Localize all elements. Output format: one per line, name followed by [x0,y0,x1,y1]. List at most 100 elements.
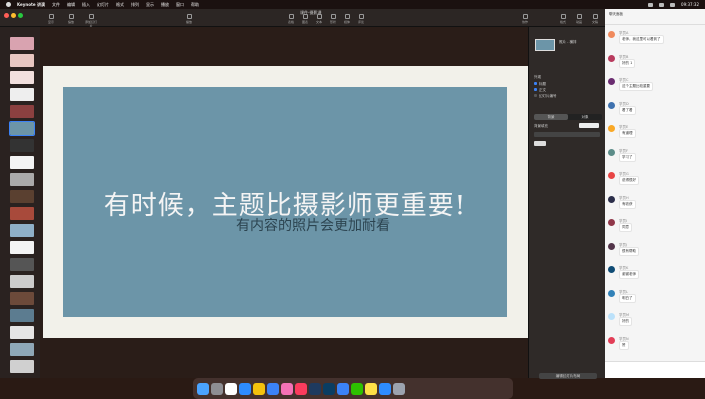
slide-thumbnail[interactable] [10,224,34,237]
avatar[interactable] [608,336,615,344]
avatar[interactable] [608,289,615,297]
finder-icon[interactable] [197,382,209,395]
launchpad-icon[interactable] [211,382,223,395]
document-button[interactable]: 文稿 [588,14,602,24]
wifi-icon[interactable] [648,2,654,7]
slide-thumbnail[interactable] [10,207,34,220]
clock[interactable]: 09:37:32 [681,2,699,7]
animate-button[interactable]: 动画 [572,14,586,24]
menu-insert[interactable]: 插入 [82,2,90,8]
view-button[interactable]: 显示 [44,14,58,24]
slide-thumbnail[interactable] [10,258,34,271]
format-button[interactable]: 格式 [556,14,570,24]
table-button[interactable]: 表格 [284,14,298,24]
minimize-window-button[interactable] [11,13,16,18]
search-icon[interactable] [670,2,676,7]
slide-thumbnail[interactable] [10,173,34,186]
menu-format[interactable]: 格式 [116,2,124,8]
add-slide-button[interactable]: 添加幻灯片 [84,14,98,28]
avatar[interactable] [608,313,615,320]
menu-window[interactable]: 窗口 [176,2,184,8]
slide-thumbnail[interactable] [10,71,34,84]
title-checkbox[interactable]: 标题 [534,82,546,87]
chrome-icon[interactable] [253,382,265,395]
fill-color-well[interactable] [579,123,599,128]
avatar[interactable] [608,172,615,179]
avatar[interactable] [608,266,615,273]
menu-slide[interactable]: 幻灯片 [97,2,109,8]
layout-name[interactable]: 照片 - 横排 [559,40,577,45]
slide-thumbnail[interactable] [10,190,34,203]
photos-icon[interactable] [281,382,293,395]
layout-thumbnail[interactable] [535,39,555,51]
avatar[interactable] [608,219,615,226]
collaborate-button[interactable]: 协作 [518,14,532,24]
slide-number-checkbox[interactable]: 幻灯片编号 [534,94,557,99]
mail-icon[interactable] [267,382,279,395]
safari-icon[interactable] [239,382,251,395]
menu-help[interactable]: 帮助 [191,2,199,8]
comment-button[interactable]: 评论 [354,14,368,24]
tab-objects[interactable]: 对象 [568,114,602,120]
slide-thumbnail[interactable] [10,241,34,254]
edit-layout-button[interactable]: 编辑幻灯片布局 [539,373,597,379]
slide-thumbnail[interactable] [10,105,34,118]
slide-thumbnail[interactable] [10,360,34,373]
slide-thumbnail[interactable] [10,326,34,339]
close-window-button[interactable] [4,13,9,18]
slide-thumbnail[interactable] [10,88,34,101]
play-button[interactable]: 播放 [182,14,196,24]
current-slide[interactable]: 有时候，主题比摄影师更重要! 有内容的照片会更加耐看 [43,66,528,338]
slide-subtitle[interactable]: 有内容的照片会更加耐看 [163,215,463,235]
chart-button[interactable]: 图表 [298,14,312,24]
slide-thumbnail[interactable] [10,309,34,322]
avatar[interactable] [608,78,615,85]
trash-icon[interactable] [393,382,405,395]
avatar[interactable] [608,54,615,62]
shape-label: 形状 [329,20,336,24]
menu-edit[interactable]: 编辑 [67,2,75,8]
menu-arrange[interactable]: 排列 [131,2,139,8]
menu-play[interactable]: 播放 [161,2,169,8]
slide-thumbnail[interactable] [10,37,34,50]
slide-thumbnail[interactable] [10,292,34,305]
menu-file[interactable]: 文件 [52,2,60,8]
avatar[interactable] [608,31,615,38]
avatar[interactable] [608,242,615,250]
text-button[interactable]: 文本 [312,14,326,24]
apple-icon[interactable] [6,2,11,7]
zoom-window-button[interactable] [18,13,23,18]
photoshop-icon[interactable] [323,382,335,395]
body-checkbox[interactable]: 正文 [534,88,546,93]
slide-photo-placeholder[interactable]: 有时候，主题比摄影师更重要! 有内容的照片会更加耐看 [63,87,507,317]
wechat-icon[interactable] [351,382,363,395]
zoom-icon[interactable] [379,382,391,395]
notes-icon[interactable] [365,382,377,395]
avatar[interactable] [608,195,615,203]
color-swatch[interactable] [534,141,546,146]
chat-bubble: 看了看 [619,105,636,115]
slide-thumbnail-selected[interactable] [9,121,35,136]
battery-icon[interactable] [659,2,665,7]
zoom-button[interactable]: 缩放 [64,14,78,24]
fill-type-dropdown[interactable] [534,132,600,137]
shape-button[interactable]: 形状 [326,14,340,24]
slide-thumbnail[interactable] [10,156,34,169]
avatar[interactable] [608,125,615,132]
avatar[interactable] [608,148,615,156]
keynote-icon[interactable] [337,382,349,395]
view-label: 显示 [47,20,54,24]
slide-thumbnail[interactable] [10,275,34,288]
lightroom-icon[interactable] [309,382,321,395]
calendar-icon[interactable] [225,382,237,395]
media-button[interactable]: 媒体 [340,14,354,24]
avatar[interactable] [608,101,615,109]
slide-thumbnail[interactable] [10,139,34,152]
slide-thumbnail[interactable] [10,343,34,356]
slide-thumbnail[interactable] [10,54,34,67]
menu-view[interactable]: 显示 [146,2,154,8]
menu-app-name[interactable]: Keynote 讲演 [17,2,45,8]
chat-input[interactable] [605,361,705,378]
tab-background[interactable]: 背景 [534,114,568,120]
music-icon[interactable] [295,382,307,395]
